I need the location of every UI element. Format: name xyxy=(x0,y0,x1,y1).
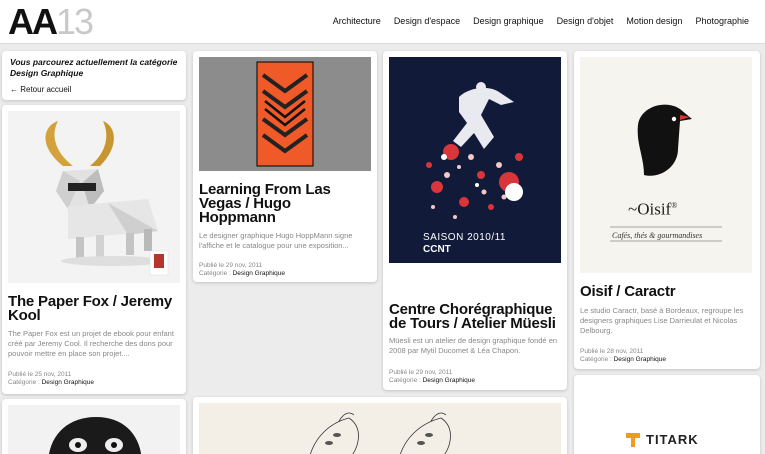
post-date: Publié le 25 nov, 2011 xyxy=(8,371,72,378)
post-title[interactable]: Centre Chorégraphique de Tours / Atelier… xyxy=(389,302,561,331)
nav-design-espace[interactable]: Design d'espace xyxy=(394,16,460,26)
logo-letters: AA xyxy=(8,1,58,42)
post-title[interactable]: The Paper Fox / Jeremy Kool xyxy=(8,294,180,323)
paper-goat-illustration xyxy=(8,111,180,283)
category-prefix: Catégorie : xyxy=(389,377,423,384)
poster-ccnt-text: CCNT xyxy=(423,244,451,255)
nav-photographie[interactable]: Photographie xyxy=(695,16,749,26)
post-meta: Publié le 25 nov, 2011 Catégorie : Desig… xyxy=(8,371,180,387)
poster-oisif-wordmark: ~Oisif® xyxy=(628,199,678,219)
post-card-paper-fox[interactable]: The Paper Fox / Jeremy Kool The Paper Fo… xyxy=(2,105,186,394)
post-title[interactable]: Oisif / Caractr xyxy=(580,284,752,299)
vegas-poster-image xyxy=(199,57,371,171)
back-home-link[interactable]: ← Retour accueil xyxy=(10,85,71,94)
post-card-ccnt[interactable]: SAISON 2010/11 CCNT Centre Chorégraphiqu… xyxy=(383,51,567,390)
category-prefix: Catégorie : xyxy=(199,270,233,277)
top-bar: AA13 Architecture Design d'espace Design… xyxy=(0,0,765,44)
post-excerpt: Le studio Caractr, basé à Bordeaux, regr… xyxy=(580,306,744,335)
post-title[interactable]: Learning From Las Vegas / Hugo Hoppmann xyxy=(199,182,371,225)
post-thumbnail[interactable] xyxy=(8,111,180,283)
post-card-partial-2[interactable] xyxy=(193,397,567,454)
post-thumbnail[interactable] xyxy=(199,57,371,171)
category-prefix: Catégorie : xyxy=(580,356,614,363)
poster-saison-text: SAISON 2010/11 xyxy=(423,232,506,243)
titark-wordmark: TITARK xyxy=(646,432,699,447)
post-thumbnail[interactable]: ~Oisif® Cafés, thés & gourmandises xyxy=(580,57,752,273)
titark-logo-icon xyxy=(626,433,640,447)
main-nav: Architecture Design d'espace Design grap… xyxy=(333,16,749,26)
category-link[interactable]: Design Graphique xyxy=(233,270,285,277)
braided-hair-illustration xyxy=(199,403,561,454)
post-card-partial-1[interactable] xyxy=(2,399,186,454)
post-date: Publié le 29 nov, 2011 xyxy=(199,262,263,269)
poster-oisif-tagline: Cafés, thés & gourmandises xyxy=(612,231,703,240)
post-thumbnail[interactable] xyxy=(8,405,180,454)
category-intro-text: Vous parcourez actuellement la catégorie… xyxy=(10,57,178,78)
nav-design-graphique[interactable]: Design graphique xyxy=(473,16,544,26)
post-card-titark[interactable]: TITARK xyxy=(574,375,760,454)
nav-motion-design[interactable]: Motion design xyxy=(626,16,682,26)
post-excerpt: Le designer graphique Hugo HoppMann sign… xyxy=(199,231,353,250)
site-logo[interactable]: AA13 xyxy=(8,1,94,42)
category-intro-card: Vous parcourez actuellement la catégorie… xyxy=(2,51,186,100)
category-link[interactable]: Design Graphique xyxy=(423,377,475,384)
category-link[interactable]: Design Graphique xyxy=(614,356,666,363)
logo-number: 13 xyxy=(56,1,94,42)
animal-photo-image xyxy=(8,405,180,454)
post-excerpt: The Paper Fox est un projet de ebook pou… xyxy=(8,329,174,358)
category-link[interactable]: Design Graphique xyxy=(42,379,94,386)
post-date: Publié le 28 nov, 2011 xyxy=(580,348,644,355)
nav-design-objet[interactable]: Design d'objet xyxy=(557,16,614,26)
post-meta: Publié le 28 nov, 2011 Catégorie : Desig… xyxy=(580,348,752,364)
post-meta: Publié le 29 nov, 2011 Catégorie : Desig… xyxy=(199,262,371,278)
post-thumbnail[interactable]: TITARK xyxy=(580,381,754,454)
post-card-oisif[interactable]: ~Oisif® Cafés, thés & gourmandises Oisif… xyxy=(574,51,760,369)
category-prefix: Catégorie : xyxy=(8,379,42,386)
post-thumbnail[interactable] xyxy=(199,403,561,454)
post-thumbnail[interactable]: SAISON 2010/11 CCNT xyxy=(389,57,561,263)
post-meta: Publié le 29 nov, 2011 Catégorie : Desig… xyxy=(389,369,561,385)
nav-architecture[interactable]: Architecture xyxy=(333,16,381,26)
post-excerpt: Müesli est un atelier de design graphiqu… xyxy=(389,336,558,355)
post-card-las-vegas[interactable]: Learning From Las Vegas / Hugo Hoppmann … xyxy=(193,51,377,282)
oisif-poster-image xyxy=(580,57,752,273)
post-date: Publié le 29 nov, 2011 xyxy=(389,369,453,376)
